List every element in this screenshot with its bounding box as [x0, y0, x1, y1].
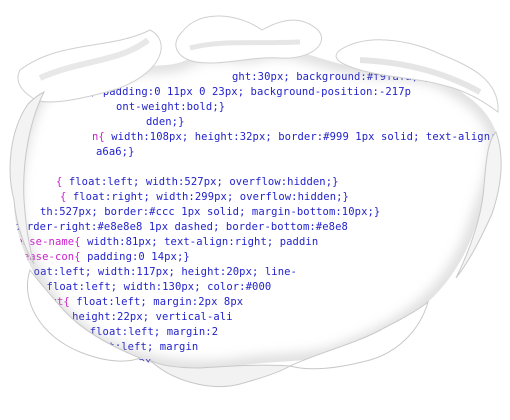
paper-flap-top-left: [17, 29, 162, 103]
paper-flap-top: [175, 15, 322, 64]
hole-inner-shadow: [14, 49, 498, 369]
paper-edges: [9, 15, 502, 387]
paper-flap-left: [9, 90, 46, 265]
torn-paper-illustration: ght:30px; background:#f9fafa; padd; padd…: [0, 0, 510, 420]
